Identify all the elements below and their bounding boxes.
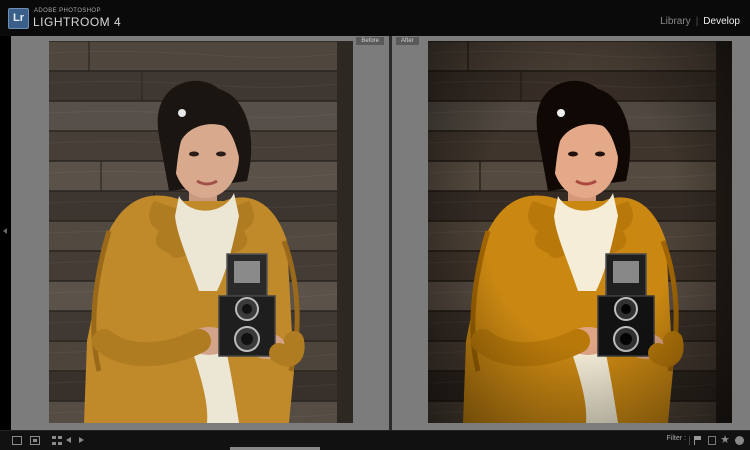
module-develop[interactable]: Develop	[703, 16, 740, 27]
app-name: LIGHTROOM 4	[33, 15, 122, 29]
app-vendor: ADOBE PHOTOSHOP	[34, 8, 101, 14]
single-view-icon[interactable]	[12, 436, 22, 445]
before-label: Before	[356, 37, 384, 45]
lightroom-logo-icon: Lr	[8, 8, 29, 29]
unflagged-icon[interactable]	[708, 436, 716, 445]
star-icon[interactable]: ★	[720, 433, 730, 447]
color-label-icon[interactable]	[735, 436, 744, 445]
next-arrow-icon[interactable]	[76, 436, 86, 445]
before-panel: Before	[11, 36, 389, 430]
module-picker: Library | Develop	[660, 16, 740, 27]
before-after-view: Before After	[11, 36, 750, 430]
filter-label: Filter :	[666, 435, 686, 442]
grid-view-icon[interactable]	[52, 436, 62, 445]
toolbar: Filter : ★	[0, 430, 750, 450]
module-separator: |	[695, 16, 699, 27]
module-library[interactable]: Library	[660, 16, 691, 27]
title-bar: Lr ADOBE PHOTOSHOP LIGHTROOM 4 Library |…	[0, 0, 750, 36]
after-panel: After	[392, 36, 750, 430]
after-label: After	[396, 37, 419, 45]
before-photo[interactable]	[49, 41, 353, 423]
flag-icon[interactable]	[694, 436, 702, 445]
second-window-icon[interactable]	[30, 436, 40, 445]
after-photo[interactable]	[428, 41, 732, 423]
previous-arrow-icon[interactable]	[64, 436, 74, 445]
left-panel-toggle-icon[interactable]	[3, 228, 7, 234]
filter-separator	[689, 436, 690, 445]
